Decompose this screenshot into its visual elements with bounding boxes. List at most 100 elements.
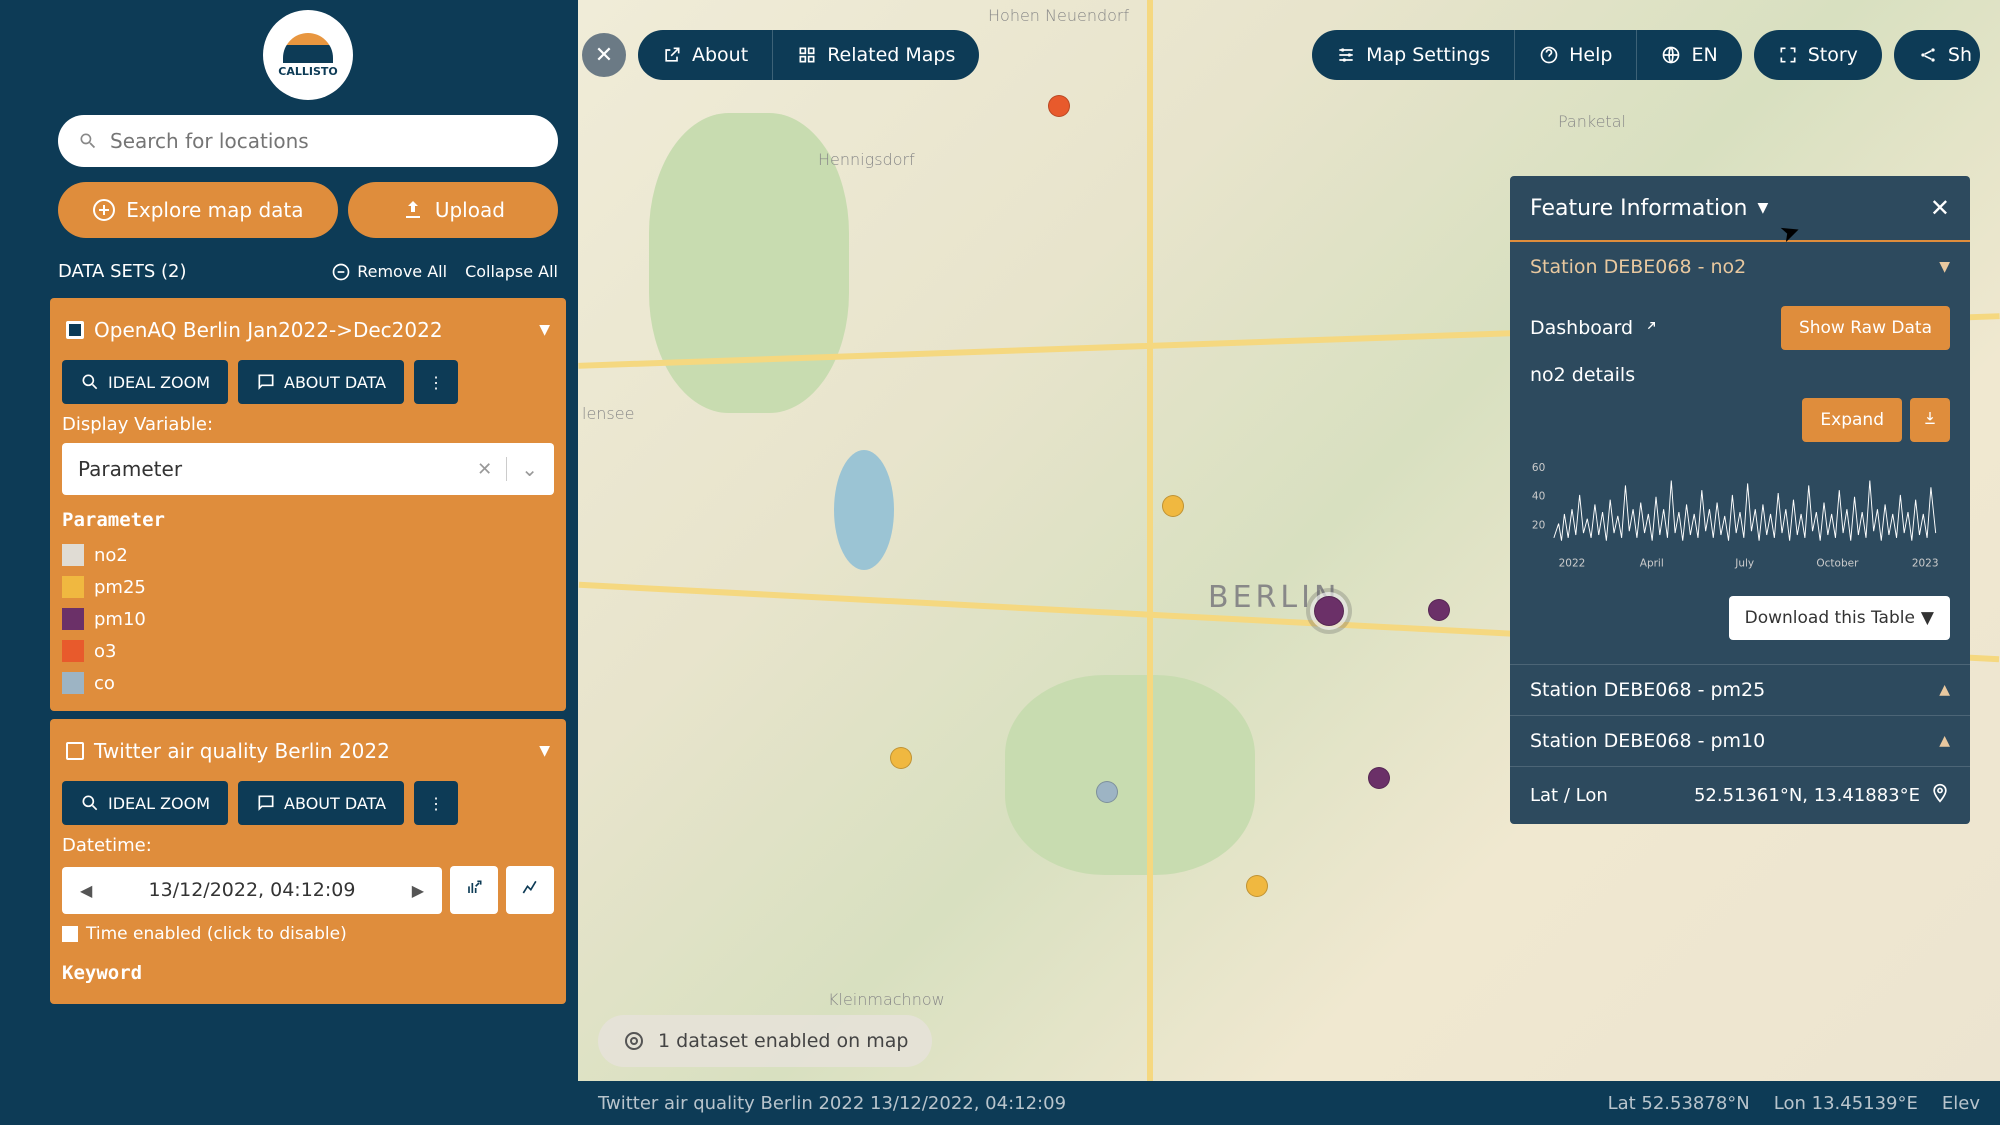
upload-button[interactable]: Upload: [348, 182, 558, 238]
status-elev: Elev: [1942, 1093, 1980, 1114]
show-raw-data-button[interactable]: Show Raw Data: [1781, 306, 1950, 350]
legend-item-co: co: [62, 667, 554, 699]
map-marker[interactable]: [1368, 767, 1390, 789]
fp-section-toggle[interactable]: Station DEBE068 - pm25 ▲: [1510, 665, 1970, 715]
expand-chart-button[interactable]: Expand: [1802, 398, 1902, 442]
dataset-card-twitter: Twitter air quality Berlin 2022 ▼ IDEAL …: [50, 719, 566, 1004]
chevron-down-icon: ▼: [1939, 259, 1950, 275]
no2-chart: 60 40 20 2022 April July October 2023: [1530, 450, 1950, 586]
datetime-stepper[interactable]: ◀ 13/12/2022, 04:12:09 ▶: [62, 867, 442, 914]
feature-info-panel: Feature Information ▼ ✕ Station DEBE068 …: [1510, 176, 1970, 824]
latlon-label: Lat / Lon: [1530, 785, 1608, 806]
dataset-enabled-bar[interactable]: 1 dataset enabled on map: [598, 1015, 932, 1067]
svg-text:July: July: [1734, 558, 1754, 570]
map-marker[interactable]: [1048, 95, 1070, 117]
map-marker-selected[interactable]: [1314, 596, 1344, 626]
location-pin-icon[interactable]: [1930, 783, 1950, 808]
external-link-icon: [662, 45, 682, 65]
legend-item-no2: no2: [62, 539, 554, 571]
share-button[interactable]: Sh: [1894, 30, 1980, 80]
sidebar: CALLISTO Explore map data Upload DATA SE…: [38, 0, 578, 1125]
search-box[interactable]: [58, 115, 558, 167]
help-button[interactable]: Help: [1514, 30, 1636, 80]
map-label: Panketal: [1558, 112, 1626, 131]
clear-icon[interactable]: ✕: [477, 459, 492, 480]
close-sidebar-button[interactable]: ✕: [582, 33, 626, 77]
display-variable-select[interactable]: Parameter ✕ ⌄: [62, 443, 554, 495]
language-button[interactable]: EN: [1636, 30, 1741, 80]
dataset-checkbox[interactable]: [66, 321, 84, 339]
dataset-checkbox[interactable]: [66, 742, 84, 760]
logo-text: CALLISTO: [278, 65, 337, 78]
about-data-button[interactable]: ABOUT DATA: [238, 360, 404, 404]
map-label: Kleinmachnow: [828, 990, 945, 1009]
more-options-button[interactable]: ⋮: [414, 360, 458, 404]
prev-arrow-icon[interactable]: ◀: [62, 867, 110, 914]
play-chart-button[interactable]: [450, 866, 498, 914]
svg-text:60: 60: [1532, 462, 1545, 474]
map-marker[interactable]: [1246, 875, 1268, 897]
latlon-value: 52.51361°N, 13.41883°E: [1694, 785, 1920, 806]
svg-text:April: April: [1640, 558, 1664, 570]
dataset-title-row[interactable]: Twitter air quality Berlin 2022 ▼: [62, 731, 554, 771]
keyword-label: Keyword: [62, 962, 554, 984]
chart-subtitle: no2 details: [1530, 364, 1950, 386]
target-icon: [622, 1029, 646, 1053]
chevron-up-icon: ▲: [1939, 733, 1950, 749]
related-maps-button[interactable]: Related Maps: [772, 30, 979, 80]
collapse-all-button[interactable]: Collapse All: [465, 262, 558, 281]
time-enabled-toggle[interactable]: Time enabled (click to disable): [62, 924, 554, 944]
status-lon: Lon 13.45139°E: [1774, 1093, 1918, 1114]
play-bars-icon: [464, 878, 484, 898]
ideal-zoom-button[interactable]: IDEAL ZOOM: [62, 781, 228, 825]
fp-section-no2: Station DEBE068 - no2 ▼ Dashboard Show R…: [1510, 242, 1970, 665]
map-marker[interactable]: [1162, 495, 1184, 517]
sliders-icon: [1336, 45, 1356, 65]
about-data-button[interactable]: ABOUT DATA: [238, 781, 404, 825]
svg-text:October: October: [1816, 558, 1859, 570]
dataset-title-row[interactable]: OpenAQ Berlin Jan2022->Dec2022 ▼: [62, 310, 554, 350]
chevron-up-icon: ▲: [1939, 682, 1950, 698]
close-panel-button[interactable]: ✕: [1930, 194, 1950, 222]
chevron-down-icon: ▼: [1921, 608, 1934, 628]
checkbox-icon: [62, 926, 78, 942]
select-value: Parameter: [78, 457, 477, 481]
fp-section-pm25: Station DEBE068 - pm25 ▲: [1510, 665, 1970, 716]
search-input[interactable]: [110, 129, 538, 153]
download-table-button[interactable]: Download this Table ▼: [1729, 596, 1950, 640]
chevron-down-icon[interactable]: ▼: [539, 743, 550, 759]
dashboard-link[interactable]: Dashboard: [1530, 317, 1781, 339]
legend-item-pm10: pm10: [62, 603, 554, 635]
download-chart-button[interactable]: [1910, 398, 1950, 442]
fp-section-toggle[interactable]: Station DEBE068 - pm10 ▲: [1510, 716, 1970, 766]
fp-section-toggle[interactable]: Station DEBE068 - no2 ▼: [1510, 242, 1970, 292]
fullscreen-icon: [1778, 45, 1798, 65]
dataset-card-openaq: OpenAQ Berlin Jan2022->Dec2022 ▼ IDEAL Z…: [50, 298, 566, 711]
external-link-icon: [1641, 320, 1657, 336]
map-marker[interactable]: [890, 747, 912, 769]
next-arrow-icon[interactable]: ▶: [394, 867, 442, 914]
map-marker[interactable]: [1096, 781, 1118, 803]
remove-all-button[interactable]: Remove All: [331, 262, 447, 282]
line-chart-icon: [520, 878, 540, 898]
explore-map-data-button[interactable]: Explore map data: [58, 182, 338, 238]
ideal-zoom-button[interactable]: IDEAL ZOOM: [62, 360, 228, 404]
map-marker[interactable]: [1428, 599, 1450, 621]
chevron-down-icon[interactable]: ▼: [539, 322, 550, 338]
download-icon: [1922, 410, 1938, 426]
chat-icon: [256, 372, 276, 392]
svg-text:2022: 2022: [1559, 558, 1586, 570]
story-button[interactable]: Story: [1754, 30, 1882, 80]
map-settings-button[interactable]: Map Settings: [1312, 30, 1514, 80]
chevron-down-icon[interactable]: ⌄: [506, 457, 538, 481]
close-icon: ✕: [595, 43, 613, 68]
chart-svg: 60 40 20 2022 April July October 2023: [1530, 454, 1950, 574]
feature-panel-title[interactable]: Feature Information ▼: [1530, 196, 1930, 221]
chat-icon: [256, 793, 276, 813]
more-options-button[interactable]: ⋮: [414, 781, 458, 825]
status-lat: Lat 52.53878°N: [1608, 1093, 1750, 1114]
grid-icon: [797, 45, 817, 65]
line-chart-button[interactable]: [506, 866, 554, 914]
map-label: Hennigsdorf: [818, 150, 915, 169]
about-button[interactable]: About: [638, 30, 772, 80]
